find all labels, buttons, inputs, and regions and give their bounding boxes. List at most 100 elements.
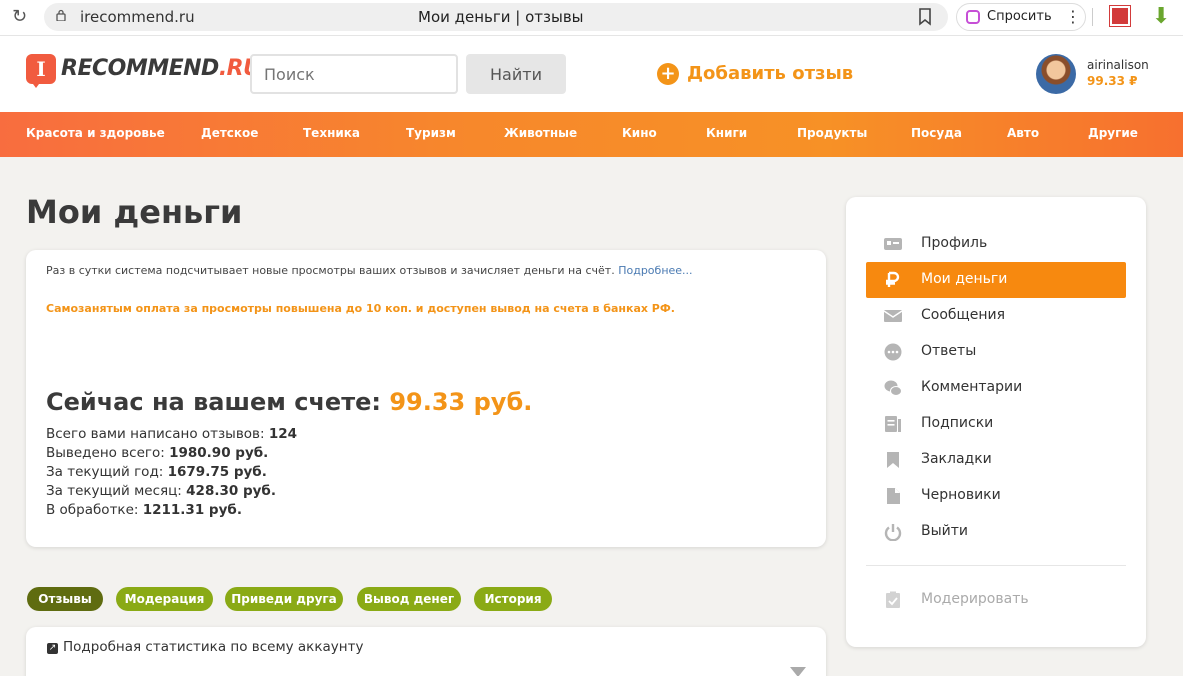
subscriptions-icon (885, 416, 901, 432)
stat-row: В обработке: 1211.31 руб. (46, 501, 297, 520)
address-bar[interactable]: irecommend.ru Мои деньги | отзывы (44, 3, 948, 31)
address-url[interactable]: irecommend.ru (80, 8, 195, 26)
plus-icon: + (657, 63, 679, 85)
sidebar-item-money[interactable]: Мои деньги (866, 262, 1126, 298)
stat-label: Выведено всего: (46, 445, 165, 461)
sidebar-item-drafts[interactable]: Черновики (866, 478, 1126, 514)
sidebar-item-subscriptions[interactable]: Подписки (866, 406, 1126, 442)
tab-withdraw[interactable]: Вывод денег (357, 587, 461, 611)
ruble-icon (886, 271, 900, 287)
tab-moderation[interactable]: Модерация (116, 587, 213, 611)
category-auto[interactable]: Авто (1007, 126, 1039, 140)
bookmark-page-icon[interactable] (918, 8, 932, 26)
sidebar-item-label: Закладки (921, 451, 992, 467)
chat-bubble-icon (884, 343, 902, 361)
comments-icon (884, 380, 902, 396)
sidebar-item-label: Мои деньги (921, 271, 1008, 287)
page-tab-title: Мои деньги | отзывы (418, 8, 584, 26)
category-beauty[interactable]: Красота и здоровье (26, 126, 165, 140)
sidebar-item-messages[interactable]: Сообщения (866, 298, 1126, 334)
stat-value: 1679.75 руб. (167, 464, 267, 480)
category-other[interactable]: Другие (1088, 126, 1138, 140)
stats-list: Всего вами написано отзывов: 124 Выведен… (46, 425, 297, 520)
stat-value: 428.30 руб. (186, 483, 276, 499)
browser-toolbar: ↻ irecommend.ru Мои деньги | отзывы Спро… (0, 0, 1183, 36)
category-dishes[interactable]: Посуда (911, 126, 962, 140)
ask-label: Спросить (987, 9, 1052, 24)
tab-invite-friend[interactable]: Приведи друга (225, 587, 343, 611)
account-sidebar: Профиль Мои деньги Сообщения Ответы Комм… (846, 197, 1146, 647)
external-link-icon: ↗ (47, 643, 58, 654)
stat-value: 124 (268, 426, 298, 442)
sidebar-item-label: Комментарии (921, 379, 1023, 395)
bookmark-icon (887, 452, 899, 468)
stat-label: В обработке: (46, 502, 139, 518)
extension-icon[interactable] (1109, 5, 1131, 27)
stat-value: 1980.90 руб. (169, 445, 269, 461)
search-input[interactable] (250, 54, 458, 94)
category-movies[interactable]: Кино (622, 126, 657, 140)
search-button[interactable]: Найти (466, 54, 566, 94)
sidebar-item-moderate[interactable]: Модерировать (866, 582, 1126, 618)
account-stats-link[interactable]: Подробная статистика по всему аккаунту (63, 639, 363, 655)
stat-label: Всего вами написано отзывов: (46, 426, 265, 442)
lock-icon (56, 9, 66, 21)
category-travel[interactable]: Туризм (406, 126, 456, 140)
filter-icon[interactable] (790, 667, 806, 676)
envelope-icon (884, 310, 902, 322)
info-text: Раз в сутки система подсчитывает новые п… (46, 264, 693, 277)
current-balance-label: Сейчас на вашем счете: (46, 388, 381, 416)
ask-button[interactable]: Спросить ⋮ (956, 3, 1086, 31)
stat-label: За текущий год: (46, 464, 164, 480)
reload-icon[interactable]: ↻ (12, 6, 27, 27)
sidebar-item-answers[interactable]: Ответы (866, 334, 1126, 370)
more-link[interactable]: Подробнее... (618, 264, 692, 277)
draft-icon (887, 488, 900, 504)
stat-row: Выведено всего: 1980.90 руб. (46, 444, 297, 463)
sidebar-item-label: Выйти (921, 523, 969, 539)
stat-value: 1211.31 руб. (142, 502, 242, 518)
stat-row: За текущий год: 1679.75 руб. (46, 463, 297, 482)
account-stats-card: ↗ Подробная статистика по всему аккаунту (26, 627, 826, 676)
sidebar-item-label: Ответы (921, 343, 977, 359)
page-title: Мои деньги (26, 193, 243, 231)
ask-ai-icon (966, 10, 980, 24)
download-icon[interactable]: ⬇ (1152, 4, 1170, 29)
sidebar-item-bookmarks[interactable]: Закладки (866, 442, 1126, 478)
sidebar-item-label: Профиль (921, 235, 988, 251)
power-icon (884, 524, 902, 541)
stat-row: Всего вами написано отзывов: 124 (46, 425, 297, 444)
category-animals[interactable]: Животные (504, 126, 577, 140)
logo-badge-tail (30, 80, 42, 88)
promo-text: Самозанятым оплата за просмотры повышена… (46, 302, 675, 315)
sidebar-item-logout[interactable]: Выйти (866, 514, 1126, 550)
info-text-body: Раз в сутки система подсчитывает новые п… (46, 264, 615, 277)
category-kids[interactable]: Детское (201, 126, 258, 140)
clipboard-check-icon (886, 591, 900, 608)
category-food[interactable]: Продукты (797, 126, 867, 140)
category-tech[interactable]: Техника (303, 126, 360, 140)
category-nav: Красота и здоровье Детское Техника Туриз… (0, 112, 1183, 157)
site-header: I RECOMMEND.RU Найти + Добавить отзыв ai… (0, 36, 1183, 112)
toolbar-divider (1092, 8, 1093, 26)
more-menu-icon[interactable]: ⋮ (1065, 7, 1081, 26)
balance-card: Раз в сутки система подсчитывает новые п… (26, 250, 826, 547)
avatar[interactable] (1036, 54, 1076, 94)
sidebar-item-comments[interactable]: Комментарии (866, 370, 1126, 406)
sidebar-item-profile[interactable]: Профиль (866, 226, 1126, 262)
logo-text-main: RECOMMEND (61, 56, 219, 81)
header-balance: 99.33 ₽ (1087, 74, 1138, 88)
current-balance-amount: 99.33 руб. (389, 388, 533, 416)
tab-history[interactable]: История (474, 587, 552, 611)
sidebar-item-label: Сообщения (921, 307, 1006, 323)
username[interactable]: airinalison (1087, 58, 1149, 72)
sidebar-divider (866, 565, 1126, 566)
add-review-label: Добавить отзыв (687, 63, 854, 84)
stat-row: За текущий месяц: 428.30 руб. (46, 482, 297, 501)
category-books[interactable]: Книги (706, 126, 747, 140)
tab-reviews[interactable]: Отзывы (27, 587, 103, 611)
sidebar-item-label: Черновики (921, 487, 1001, 503)
sidebar-item-label: Подписки (921, 415, 994, 431)
stat-label: За текущий месяц: (46, 483, 182, 499)
current-balance: Сейчас на вашем счете: 99.33 руб. (46, 388, 532, 416)
